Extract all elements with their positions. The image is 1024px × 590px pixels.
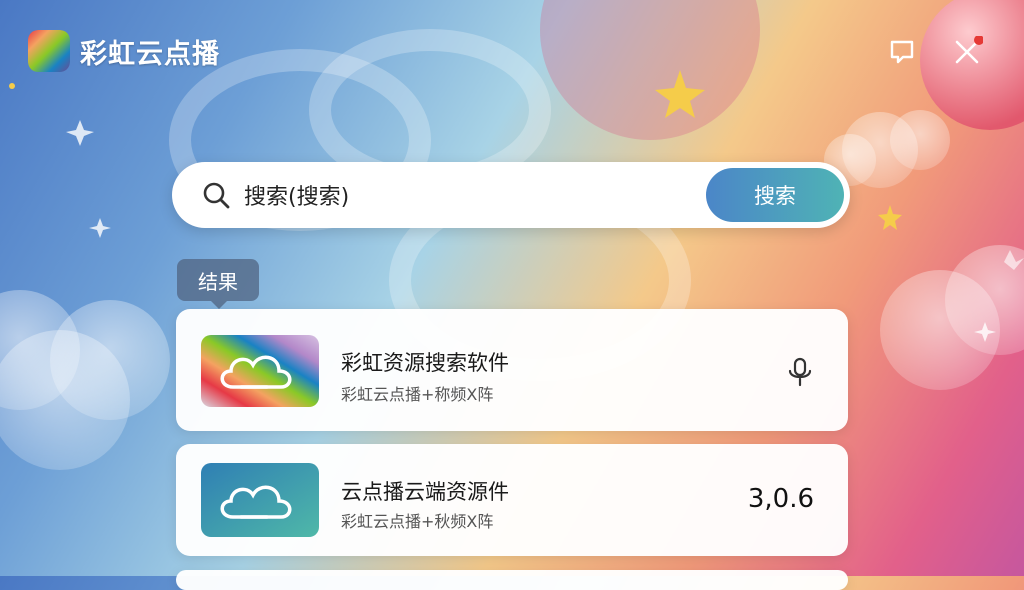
search-button[interactable]: 搜索 (706, 168, 844, 222)
result-title-2: 云点播云端资源件 (341, 480, 509, 504)
search-icon (203, 182, 230, 209)
microphone-button[interactable] (786, 357, 814, 391)
feedback-button[interactable] (886, 36, 918, 68)
result-title-1: 彩虹资源搜索软件 (341, 351, 509, 375)
search-bar: 搜索 (172, 162, 850, 228)
result-thumbnail-1 (201, 335, 319, 407)
result-card-2[interactable]: 云点播云端资源件 彩虹云点播+秋频X阵 3,0.6 (176, 444, 848, 556)
result-thumbnail-2 (201, 463, 319, 537)
version-number: 3,0.6 (747, 484, 814, 514)
feedback-icon (890, 40, 914, 64)
microphone-icon (788, 357, 812, 387)
results-label: 结果 (177, 259, 259, 309)
result-subtitle-1: 彩虹云点播+称频X阵 (341, 385, 494, 404)
close-button[interactable] (951, 35, 984, 68)
result-subtitle-2: 彩虹云点播+秋频X阵 (341, 512, 494, 531)
app-title: 彩虹云点播 (80, 38, 220, 70)
result-card-3[interactable] (176, 570, 848, 590)
app-header: 彩虹云点播 (28, 30, 220, 72)
result-card-1[interactable]: 彩虹资源搜索软件 彩虹云点播+称频X阵 (176, 309, 848, 431)
app-logo (28, 30, 70, 72)
search-input[interactable] (242, 181, 706, 209)
close-icon (955, 35, 984, 64)
